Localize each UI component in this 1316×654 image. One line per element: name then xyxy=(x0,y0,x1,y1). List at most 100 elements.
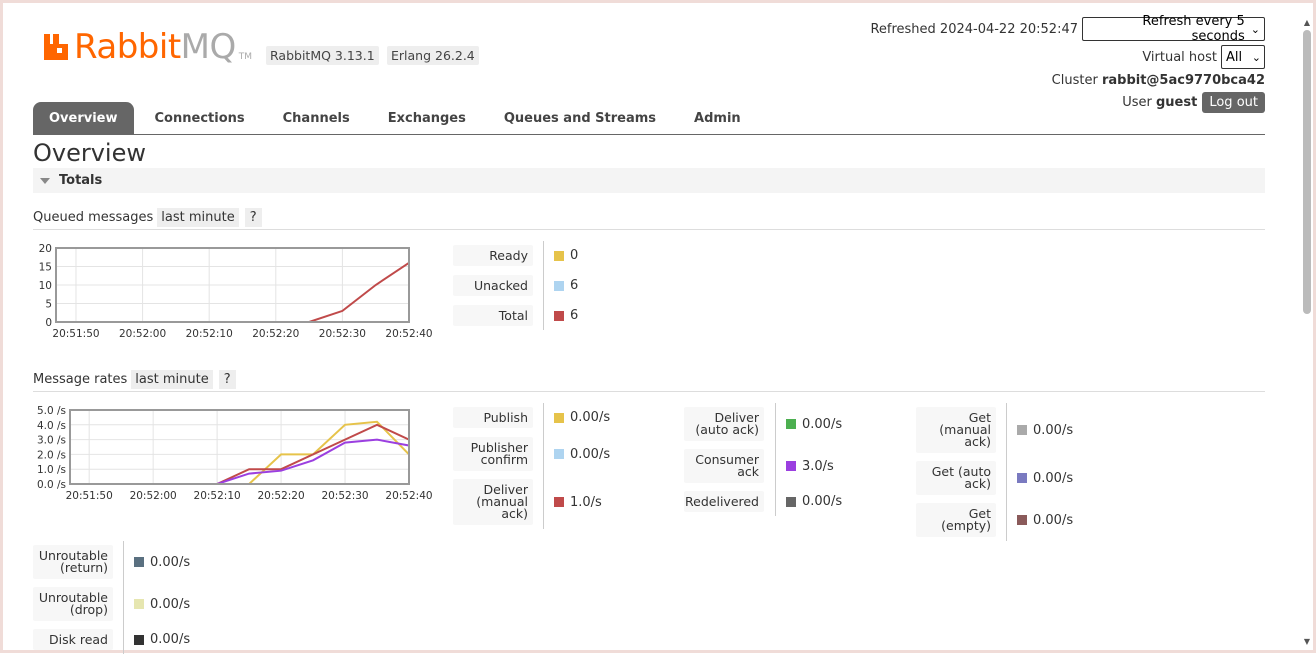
legend-label-get-manual-ack: Get (manual ack) xyxy=(916,407,996,453)
virtual-host-value: All xyxy=(1226,49,1243,65)
legend-label-publisher-confirm: Publisher confirm xyxy=(453,437,533,471)
collapse-triangle-icon xyxy=(40,177,50,184)
legend-swatch-deliver-manual-ack xyxy=(554,497,564,507)
rates-range-selector[interactable]: last minute xyxy=(131,370,213,389)
legend-value-consumer-ack: 3.0/s xyxy=(786,449,834,483)
rabbitmq-logo[interactable]: RabbitMQ TM xyxy=(42,30,252,64)
legend-value-text-publisher-confirm: 0.00/s xyxy=(570,446,611,462)
virtual-host-label: Virtual host xyxy=(1142,49,1217,65)
queued-help-button[interactable]: ? xyxy=(244,208,262,227)
x-tick-label: 20:52:10 xyxy=(194,490,241,502)
y-tick-label: 20 xyxy=(39,243,52,255)
legend-value-unacked: 6 xyxy=(554,275,578,296)
tab-connections[interactable]: Connections xyxy=(138,102,262,134)
legend-value-unroutable-return: 0.00/s xyxy=(134,545,190,579)
y-tick-label: 0.0 /s xyxy=(37,479,66,491)
legend-swatch-redelivered xyxy=(786,496,796,507)
legend-swatch-disk-read xyxy=(134,634,144,645)
tab-exchanges[interactable]: Exchanges xyxy=(371,102,483,134)
legend-value-deliver-auto-ack: 0.00/s xyxy=(786,407,842,441)
y-tick-label: 10 xyxy=(39,280,52,292)
erlang-version-badge: Erlang 26.2.4 xyxy=(387,46,479,65)
y-tick-label: 4.0 /s xyxy=(37,420,66,432)
legend-label-publish: Publish xyxy=(453,407,533,428)
legend-value-text-publish: 0.00/s xyxy=(570,410,611,425)
logo-rabbit-text: Rabbit xyxy=(74,27,181,67)
legend-label-consumer-ack: Consumer ack xyxy=(684,449,764,483)
scroll-down-icon[interactable]: ▼ xyxy=(1302,637,1312,646)
legend-label-unacked: Unacked xyxy=(453,275,533,296)
legend-label-unroutable-drop: Unroutable (drop) xyxy=(33,587,113,621)
cluster-label: Cluster xyxy=(1051,72,1098,88)
y-tick-label: 2.0 /s xyxy=(37,449,66,461)
scroll-up-icon[interactable]: ▲ xyxy=(1302,18,1312,27)
legend-swatch-consumer-ack xyxy=(786,461,796,471)
tab-channels[interactable]: Channels xyxy=(266,102,367,134)
legend-swatch-deliver-auto-ack xyxy=(786,419,796,429)
legend-value-deliver-manual-ack: 1.0/s xyxy=(554,479,602,525)
virtual-host-select[interactable]: All ⌄ xyxy=(1221,45,1265,69)
x-tick-label: 20:52:40 xyxy=(385,328,432,340)
logo-trademark: TM xyxy=(238,52,253,62)
x-tick-label: 20:52:20 xyxy=(257,490,304,502)
legend-value-text-unroutable-drop: 0.00/s xyxy=(150,596,191,612)
legend-separator xyxy=(1006,403,1007,541)
refresh-interval-value: Refresh every 5 seconds xyxy=(1142,14,1245,44)
message-rates-chart: 0.0 /s 1.0 /s 2.0 /s 3.0 /s 4.0 /s 5.0 /s 20:5… xyxy=(37,405,433,502)
legend-label-unroutable-return: Unroutable (return) xyxy=(33,545,113,579)
legend-label-get-empty: Get (empty) xyxy=(916,503,996,537)
legend-separator xyxy=(543,403,544,529)
legend-value-text-get-auto-ack: 0.00/s xyxy=(1033,470,1074,486)
x-tick-label: 20:52:10 xyxy=(186,328,233,340)
rabbitmq-version-badge: RabbitMQ 3.13.1 xyxy=(266,46,379,65)
legend-value-unroutable-drop: 0.00/s xyxy=(134,587,190,621)
totals-section-toggle[interactable]: Totals xyxy=(33,168,1265,193)
refresh-interval-select[interactable]: Refresh every 5 seconds ⌄ xyxy=(1082,14,1265,44)
page-scrollbar[interactable]: ▲ ▼ xyxy=(1302,18,1312,646)
legend-swatch-ready xyxy=(554,250,564,261)
legend-value-text-unroutable-return: 0.00/s xyxy=(150,554,191,570)
legend-swatch-unroutable-drop xyxy=(134,599,144,609)
legend-value-text-get-manual-ack: 0.00/s xyxy=(1033,422,1074,438)
legend-value-text-deliver-manual-ack: 1.0/s xyxy=(570,494,602,510)
legend-value-total: 6 xyxy=(554,305,578,326)
x-tick-label: 20:52:30 xyxy=(319,328,366,340)
legend-value-text-get-empty: 0.00/s xyxy=(1033,512,1074,528)
legend-separator xyxy=(543,241,544,330)
legend-swatch-total xyxy=(554,310,564,321)
main-nav-tabs: Overview Connections Channels Exchanges … xyxy=(33,102,1265,135)
x-tick-label: 20:52:00 xyxy=(130,490,177,502)
queued-messages-header: Queued messages last minute ? xyxy=(33,206,1265,230)
legend-value-disk-read: 0.00/s xyxy=(134,629,190,650)
queued-range-selector[interactable]: last minute xyxy=(157,208,239,227)
legend-swatch-publish xyxy=(554,412,564,423)
message-rates-title: Message rates xyxy=(33,372,128,387)
legend-label-ready: Ready xyxy=(453,245,533,266)
legend-label-disk-read: Disk read xyxy=(33,629,113,650)
legend-swatch-unacked xyxy=(554,280,564,291)
legend-label-redelivered: Redelivered xyxy=(684,491,764,512)
tab-queues-and-streams[interactable]: Queues and Streams xyxy=(487,102,673,134)
legend-value-text-total: 6 xyxy=(570,308,579,323)
legend-value-text-unacked: 6 xyxy=(570,278,579,293)
y-tick-label: 1.0 /s xyxy=(37,464,66,476)
legend-label-total: Total xyxy=(453,305,533,326)
tab-overview[interactable]: Overview xyxy=(33,102,134,134)
legend-label-deliver-auto-ack: Deliver (auto ack) xyxy=(684,407,764,441)
tab-admin[interactable]: Admin xyxy=(677,102,758,134)
legend-value-text-redelivered: 0.00/s xyxy=(802,494,843,509)
totals-section-title: Totals xyxy=(59,173,103,188)
header-status: Refreshed 2024-04-22 20:52:47 Refresh ev… xyxy=(870,14,1265,113)
rates-help-button[interactable]: ? xyxy=(218,370,236,389)
chevron-down-icon: ⌄ xyxy=(1251,50,1261,64)
legend-swatch-get-auto-ack xyxy=(1017,473,1027,483)
legend-value-ready: 0 xyxy=(554,245,578,266)
x-tick-label: 20:51:50 xyxy=(66,490,113,502)
refreshed-timestamp: Refreshed 2024-04-22 20:52:47 xyxy=(870,21,1078,37)
x-tick-label: 20:52:40 xyxy=(385,490,432,502)
legend-swatch-get-empty xyxy=(1017,515,1027,525)
queued-messages-chart: 0 5 10 15 20 20:51:50 20:52:00 20:52:10 20:52:20… xyxy=(39,243,433,340)
legend-value-text-ready: 0 xyxy=(570,248,579,263)
scrollbar-thumb[interactable] xyxy=(1303,30,1311,314)
y-tick-label: 3.0 /s xyxy=(37,435,66,447)
